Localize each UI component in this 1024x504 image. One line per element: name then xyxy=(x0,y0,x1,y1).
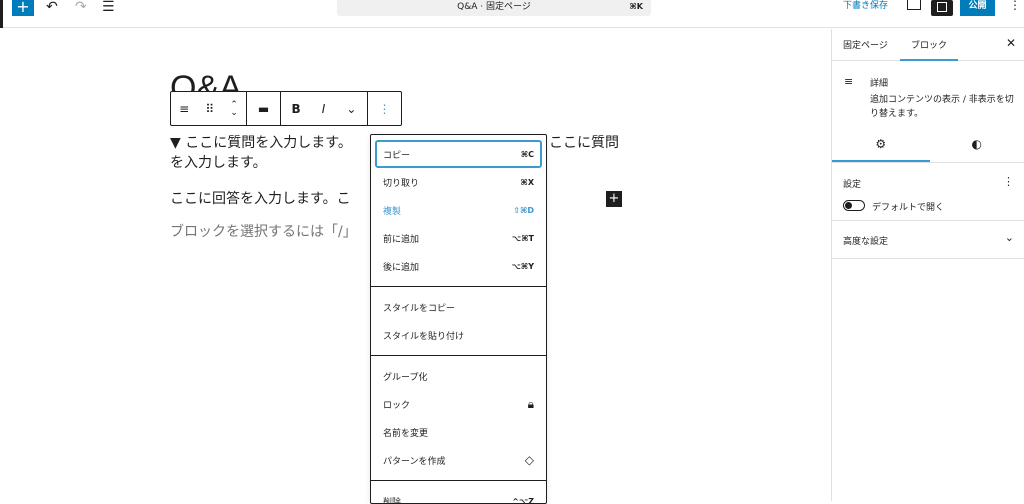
label: コピー xyxy=(383,148,410,161)
block-options-icon[interactable]: ⋮ xyxy=(379,102,391,116)
label: グループ化 xyxy=(383,370,427,383)
menu-item-copy[interactable]: コピー ⌘C xyxy=(375,140,542,168)
close-icon[interactable]: ✕ xyxy=(1006,36,1016,50)
menu-item-insert-after[interactable]: 後に追加 ⌥⌘Y xyxy=(371,252,546,280)
label: ロック xyxy=(383,398,410,411)
menu-item-paste-styles[interactable]: スタイルを貼り付け xyxy=(371,321,546,349)
chevron-down-icon: ⌄ xyxy=(1005,231,1014,244)
move-up-down-icon[interactable]: ⌃⌄ xyxy=(230,101,238,117)
styles-tab-contrast-icon[interactable]: ◐ xyxy=(930,131,1024,162)
tab-block[interactable]: ブロック xyxy=(900,29,958,61)
shortcut-hint: ⌘K xyxy=(629,0,643,14)
label: 複製 xyxy=(383,204,401,217)
menu-divider: 削除 ^⌥Z xyxy=(371,480,546,504)
label: 削除 xyxy=(383,495,401,504)
answer-paragraph[interactable]: ここに回答を入力します。こ xyxy=(170,189,351,209)
undo-icon[interactable]: ↶ xyxy=(46,0,58,14)
align-icon[interactable]: ▬ xyxy=(258,102,269,116)
block-name: 詳細 xyxy=(870,76,888,89)
label: パターンを作成 xyxy=(383,454,446,467)
preview-icon[interactable] xyxy=(907,0,921,10)
publish-button[interactable]: 公開 xyxy=(960,0,995,16)
menu-divider: グループ化 ロック 🔒︎ 名前を変更 パターンを作成 ◇ xyxy=(371,355,546,474)
save-draft-button[interactable]: 下書き保存 xyxy=(843,0,888,12)
options-menu-icon[interactable]: ⋮ xyxy=(1009,0,1021,10)
menu-item-rename[interactable]: 名前を変更 xyxy=(371,418,546,446)
more-formatting-icon[interactable]: ⌄ xyxy=(346,102,356,116)
settings-panel-title: 設定 xyxy=(843,177,861,190)
toggle-label: デフォルトで開く xyxy=(872,200,944,213)
lock-icon: 🔒︎ xyxy=(528,397,534,412)
details-block-icon[interactable]: ≡ xyxy=(179,102,189,116)
italic-button[interactable]: I xyxy=(322,102,326,116)
menu-item-copy-styles[interactable]: スタイルをコピー xyxy=(371,293,546,321)
details-block-icon: ≡ xyxy=(844,75,853,88)
label: 切り取り xyxy=(383,176,419,189)
pattern-icon: ◇ xyxy=(525,453,534,467)
settings-tab-gear-icon[interactable]: ⚙ xyxy=(832,131,930,162)
panel-options-icon[interactable]: ⋮ xyxy=(1003,175,1014,188)
block-toolbar: ≡ ⠿ ⌃⌄ ▬ B I ⌄ ⋮ xyxy=(170,91,402,126)
redo-icon[interactable]: ↷ xyxy=(75,0,87,14)
details-summary[interactable]: ▼ ここに質問を入力します。 xyxy=(170,133,352,153)
menu-item-lock[interactable]: ロック 🔒︎ xyxy=(371,390,546,418)
menu-item-group[interactable]: グループ化 xyxy=(371,362,546,390)
shortcut: ⇧⌘D xyxy=(513,206,534,215)
command-palette-button[interactable]: Q&A · 固定ページ ⌘K xyxy=(337,0,651,16)
shortcut: ^⌥Z xyxy=(512,497,534,504)
block-options-menu: コピー ⌘C 切り取り ⌘X 複製 ⇧⌘D 前に追加 ⌥⌘T 後に追加 ⌥⌘Y スタイルを… xyxy=(370,134,547,504)
shortcut: ⌘X xyxy=(520,178,534,187)
advanced-label: 高度な設定 xyxy=(843,234,888,247)
menu-item-create-pattern[interactable]: パターンを作成 ◇ xyxy=(371,446,546,474)
shortcut: ⌥⌘Y xyxy=(512,262,534,271)
menu-item-cut[interactable]: 切り取り ⌘X xyxy=(371,168,546,196)
block-description: 追加コンテンツの表示 / 非表示を切り替えます。 xyxy=(870,93,1020,121)
label: 後に追加 xyxy=(383,260,419,273)
label: 名前を変更 xyxy=(383,426,428,439)
settings-toggle-button[interactable] xyxy=(931,0,953,16)
label: スタイルを貼り付け xyxy=(383,329,464,342)
open-by-default-toggle[interactable] xyxy=(843,200,865,211)
details-summary-cont[interactable]: ここに質問 xyxy=(549,133,619,153)
advanced-panel[interactable]: 高度な設定 ⌄ xyxy=(832,221,1024,259)
label: 前に追加 xyxy=(383,232,419,245)
menu-item-insert-before[interactable]: 前に追加 ⌥⌘T xyxy=(371,224,546,252)
menu-item-duplicate[interactable]: 複製 ⇧⌘D xyxy=(371,196,546,224)
document-overview-icon[interactable]: ☰ xyxy=(102,0,115,14)
inserter-button[interactable]: + xyxy=(606,191,622,207)
menu-divider: スタイルをコピー スタイルを貼り付け xyxy=(371,286,546,349)
site-icon-edge[interactable] xyxy=(0,0,3,28)
shortcut: ⌘C xyxy=(521,150,534,159)
label: スタイルをコピー xyxy=(383,301,455,314)
shortcut: ⌥⌘T xyxy=(512,234,534,243)
document-title: Q&A · 固定ページ xyxy=(337,0,651,14)
bold-button[interactable]: B xyxy=(292,102,301,116)
details-summary-line2[interactable]: を入力します。 xyxy=(170,153,267,173)
menu-item-delete[interactable]: 削除 ^⌥Z xyxy=(371,487,546,504)
block-placeholder[interactable]: ブロックを選択するには「/」 xyxy=(170,222,357,242)
tab-page[interactable]: 固定ページ xyxy=(843,38,888,51)
settings-sidebar: 固定ページ ブロック ✕ ≡ 詳細 追加コンテンツの表示 / 非表示を切り替えま… xyxy=(831,29,1024,501)
drag-handle-icon[interactable]: ⠿ xyxy=(205,102,214,116)
add-block-button[interactable]: + xyxy=(12,0,34,16)
